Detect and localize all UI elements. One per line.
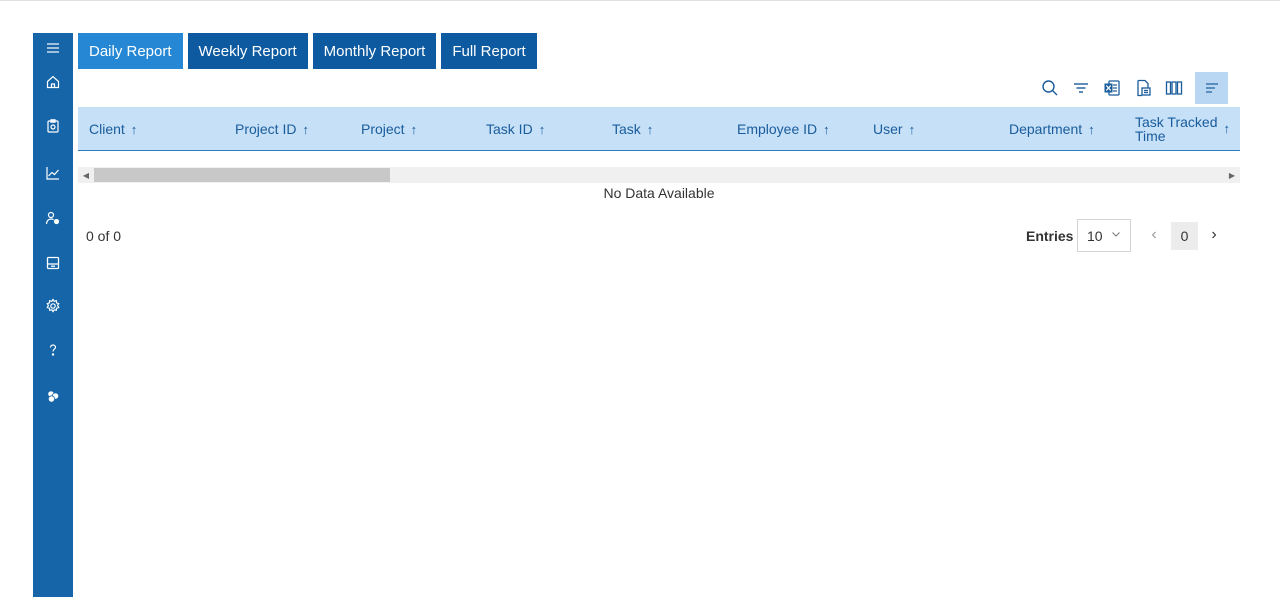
column-header-user[interactable]: User ↑: [873, 107, 915, 151]
sort-arrow-icon: ↑: [646, 121, 654, 137]
grid-toolbar: [1034, 72, 1228, 104]
next-page-button[interactable]: ›: [1206, 222, 1222, 248]
tab-full-report[interactable]: Full Report: [441, 33, 537, 69]
sort-arrow-icon: ↑: [1088, 121, 1095, 137]
gear-icon[interactable]: [33, 294, 73, 318]
top-divider: [0, 0, 1280, 1]
menu-icon[interactable]: [33, 36, 73, 60]
report-tabs: Daily Report Weekly Report Monthly Repor…: [78, 33, 537, 69]
tab-weekly-report[interactable]: Weekly Report: [187, 33, 308, 69]
help-icon[interactable]: [33, 338, 73, 362]
user-settings-icon[interactable]: [33, 206, 73, 230]
scroll-left-icon[interactable]: ◀: [78, 167, 94, 183]
column-header-task[interactable]: Task ↑: [612, 107, 653, 151]
column-header-client[interactable]: Client ↑: [89, 107, 137, 151]
scroll-right-icon[interactable]: ▶: [1224, 167, 1240, 183]
clipboard-icon[interactable]: [33, 114, 73, 138]
archive-icon[interactable]: [33, 251, 73, 275]
modules-icon[interactable]: [33, 384, 73, 408]
empty-state-message: No Data Available: [603, 185, 715, 201]
entries-value: 10: [1087, 227, 1103, 244]
record-count: 0 of 0: [86, 228, 122, 244]
column-header-employee-id[interactable]: Employee ID ↑: [737, 107, 830, 151]
table-header: Client ↑ Project ID ↑ Project ↑ Task ID ↑ Ta…: [78, 107, 1240, 151]
entries-per-page-select[interactable]: 10: [1077, 219, 1131, 252]
sort-arrow-icon: ↑: [538, 121, 546, 137]
column-header-project[interactable]: Project ↑: [361, 107, 417, 151]
excel-export-icon[interactable]: [1096, 72, 1127, 104]
filter-icon[interactable]: [1065, 72, 1096, 104]
sidebar: [33, 33, 73, 597]
column-header-label-line2: Time: [1135, 128, 1166, 144]
sort-arrow-icon: ↑: [410, 121, 418, 137]
export-icon[interactable]: [1127, 72, 1158, 104]
scrollbar-thumb[interactable]: [94, 168, 390, 182]
entries-label: Entries: [1026, 228, 1074, 244]
sort-arrow-icon: ↑: [1223, 121, 1230, 136]
sort-arrow-icon: ↑: [908, 121, 916, 137]
home-icon[interactable]: [33, 70, 73, 94]
column-header-task-id[interactable]: Task ID ↑: [486, 107, 545, 151]
sort-arrow-icon: ↑: [823, 121, 830, 137]
chart-line-icon[interactable]: [33, 161, 73, 185]
chevron-down-icon: [1112, 232, 1120, 237]
sort-arrow-icon: ↑: [302, 121, 309, 137]
column-header-label-line1: Task Tracked: [1135, 114, 1218, 130]
tab-monthly-report[interactable]: Monthly Report: [312, 33, 437, 69]
sort-arrow-icon: ↑: [130, 121, 138, 137]
column-header-task-tracked-time[interactable]: Task Tracked Time ↑: [1135, 107, 1230, 151]
horizontal-scrollbar[interactable]: ◀ ▶: [78, 167, 1240, 183]
columns-icon[interactable]: [1158, 72, 1189, 104]
column-header-project-id[interactable]: Project ID ↑: [235, 107, 309, 151]
column-header-department[interactable]: Department ↑: [1009, 107, 1095, 151]
search-icon[interactable]: [1034, 72, 1065, 104]
previous-page-button[interactable]: ‹: [1146, 222, 1162, 248]
tab-daily-report[interactable]: Daily Report: [78, 33, 183, 69]
sort-icon[interactable]: [1195, 72, 1228, 104]
current-page-number[interactable]: 0: [1171, 222, 1198, 250]
